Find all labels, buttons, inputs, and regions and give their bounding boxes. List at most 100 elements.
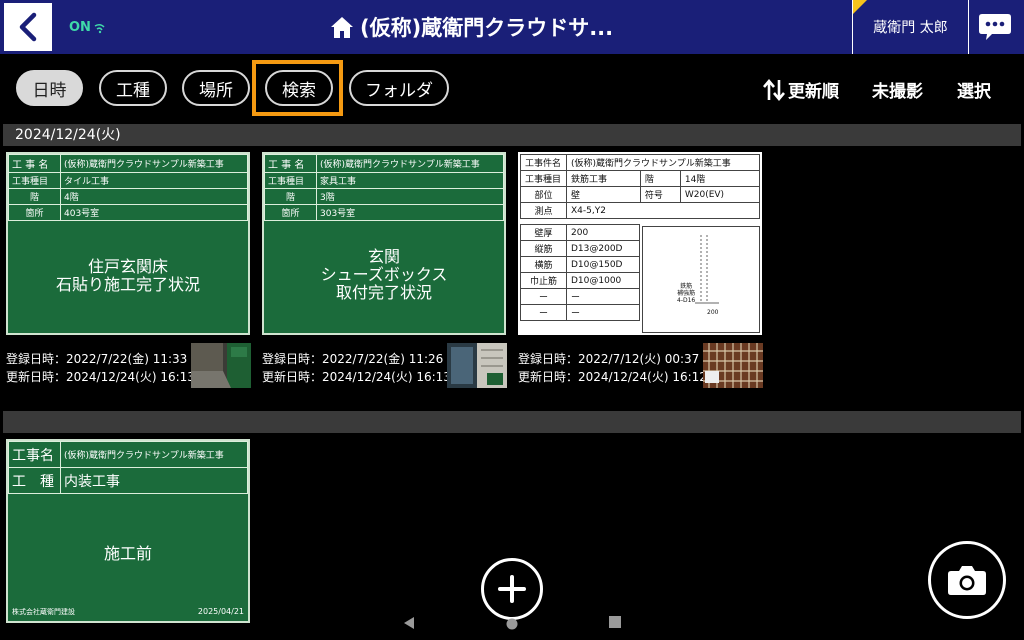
board-label: 横筋 [520, 256, 567, 273]
sort-arrows-icon [763, 78, 785, 101]
photo-card[interactable]: 工事名 (仮称)蔵衛門クラウドサンプル新築工事 工 種内装工事 施工前 株式会社蔵… [6, 439, 252, 629]
updated-date: 更新日時：2024/12/24(火) 16:12 [518, 370, 707, 384]
connection-status-text: ON [69, 20, 91, 35]
board-label: ー [520, 304, 567, 321]
board-label: 工 事 名 [8, 154, 61, 173]
board-value: 200 [566, 224, 640, 241]
date-section-header: 2024/12/24(火) [3, 124, 1021, 146]
board-label: 縦筋 [520, 240, 567, 257]
board-label: 工事種目 [520, 170, 567, 187]
system-nav-bar [0, 606, 1024, 640]
chat-bubble-icon [979, 14, 1011, 40]
board-label: 巾止筋 [520, 272, 567, 289]
user-badge-corner [853, 0, 867, 14]
board-value: 403号室 [60, 204, 248, 221]
page-title-area[interactable]: (仮称)蔵衛門クラウドサ... [330, 10, 613, 44]
nav-home-icon[interactable] [506, 618, 518, 630]
board-label: 部位 [520, 186, 567, 203]
board-label: 符号 [639, 186, 681, 203]
photo-card[interactable]: 工事件名 (仮称)蔵衛門クラウドサンプル新築工事 工事種目 鉄筋工事階 14階 部位壁… [518, 152, 764, 392]
photo-thumbnail [191, 343, 251, 388]
board-value: 壁 [566, 186, 641, 203]
connection-status: ON [69, 20, 105, 35]
date-section-header [3, 411, 1021, 433]
registered-date: 登録日時：2022/7/12(火) 00:37 [518, 352, 700, 366]
board-value: 4階 [60, 188, 248, 205]
board-label: 工 事 名 [264, 154, 317, 173]
chevron-left-icon [19, 12, 37, 42]
photo-thumbnail [703, 343, 763, 388]
page-title: (仮称)蔵衛門クラウドサ... [360, 16, 614, 40]
blackboard-image: 工 事 名 (仮称)蔵衛門クラウドサンプル新築工事 工事種目 家具工事 階 3階 箇所… [262, 152, 506, 335]
sketch-label: 鉄筋 [680, 283, 693, 290]
board-value: 家具工事 [316, 172, 504, 189]
board-value: (仮称)蔵衛門クラウドサンプル新築工事 [60, 154, 248, 173]
tab-datetime[interactable]: 日時 [16, 70, 83, 106]
registered-date: 登録日時：2022/7/22(金) 11:33 [6, 352, 188, 366]
board-value: D13@200D [566, 240, 640, 257]
tab-search[interactable]: 検索 [265, 70, 333, 106]
board-label: 箇所 [8, 204, 61, 221]
camera-icon [948, 566, 986, 595]
board-value: 3階 [316, 188, 504, 205]
board-text: シューズボックス [320, 265, 448, 284]
photo-card[interactable]: 工 事 名 (仮称)蔵衛門クラウドサンプル新築工事 工事種目 家具工事 階 3階 箇所… [262, 152, 508, 392]
photo-card[interactable]: 工 事 名 (仮称)蔵衛門クラウドサンプル新築工事 工事種目 タイル工事 階 4階 箇… [6, 152, 252, 392]
sketch-dimension: 200 [707, 309, 719, 316]
board-value: (仮称)蔵衛門クラウドサンプル新築工事 [566, 154, 760, 171]
board-text: 住戸玄関床 [87, 257, 168, 276]
board-value: W20(EV) [679, 186, 761, 203]
board-value: X4-5,Y2 [566, 202, 760, 219]
board-text: 玄関 [367, 247, 400, 266]
user-account[interactable]: 蔵衛門 太郎 [852, 0, 969, 54]
wifi-icon [94, 23, 105, 33]
blackboard-image: 工事名 (仮称)蔵衛門クラウドサンプル新築工事 工 種内装工事 施工前 株式会社蔵… [6, 439, 250, 623]
rebar-sketch: 鉄筋 補強筋 4-D16 200 [642, 226, 760, 333]
back-button[interactable] [4, 3, 52, 51]
board-label: 箇所 [264, 204, 317, 221]
board-value: 内装工事 [60, 467, 248, 494]
plus-icon [498, 575, 526, 603]
board-value: D10@1000 [566, 272, 640, 289]
board-value: D10@150D [566, 256, 640, 273]
nav-back-icon[interactable] [403, 616, 415, 630]
photo-meta: 登録日時：2022/7/22(金) 11:33 更新日時：2024/12/24(… [6, 350, 195, 386]
photo-thumbnail [447, 343, 507, 388]
board-value: ー [566, 304, 640, 321]
sketch-label: 4-D16 [677, 297, 696, 304]
sort-button[interactable]: 更新順 [762, 77, 839, 102]
tab-work-type[interactable]: 工種 [99, 70, 167, 106]
photo-meta: 登録日時：2022/7/12(火) 00:37 更新日時：2024/12/24(… [518, 350, 707, 386]
home-icon [331, 17, 353, 38]
user-name: 蔵衛門 太郎 [873, 20, 948, 36]
board-label: 工 種 [8, 467, 61, 494]
board-label: 測点 [520, 202, 567, 219]
blackboard-image: 工 事 名 (仮称)蔵衛門クラウドサンプル新築工事 工事種目 タイル工事 階 4階 箇… [6, 152, 250, 335]
select-button[interactable]: 選択 [957, 77, 991, 102]
updated-date: 更新日時：2024/12/24(火) 16:13 [6, 370, 195, 384]
board-value: (仮称)蔵衛門クラウドサンプル新築工事 [316, 154, 504, 173]
board-text: 取付完了状況 [335, 283, 432, 302]
board-text: 石貼り施工完了状況 [55, 275, 200, 294]
app-header: ON (仮称)蔵衛門クラウドサ... 蔵衛門 太郎 [0, 0, 1024, 54]
sketch-label: 補強筋 [677, 290, 696, 297]
chat-button[interactable] [975, 10, 1015, 44]
board-label: 工事件名 [520, 154, 567, 171]
board-label: 工事名 [8, 441, 61, 468]
board-label: 工事種目 [8, 172, 61, 189]
filter-toolbar: 日時 工種 場所 検索 フォルダ 更新順 未撮影 選択 [0, 60, 1024, 118]
tab-folder[interactable]: フォルダ [349, 70, 449, 106]
board-label: 壁厚 [520, 224, 567, 241]
board-value: ー [566, 288, 640, 305]
board-value: 鉄筋工事 [566, 170, 641, 187]
board-value: 14階 [679, 170, 761, 187]
updated-date: 更新日時：2024/12/24(火) 16:13 [262, 370, 451, 384]
board-label: 工事種目 [264, 172, 317, 189]
board-label: ー [520, 288, 567, 305]
sort-label: 更新順 [788, 82, 839, 102]
unshot-button[interactable]: 未撮影 [872, 77, 923, 102]
nav-recents-icon[interactable] [609, 616, 621, 628]
board-text: 施工前 [103, 544, 152, 563]
tab-location[interactable]: 場所 [182, 70, 250, 106]
board-label: 階 [264, 188, 317, 205]
